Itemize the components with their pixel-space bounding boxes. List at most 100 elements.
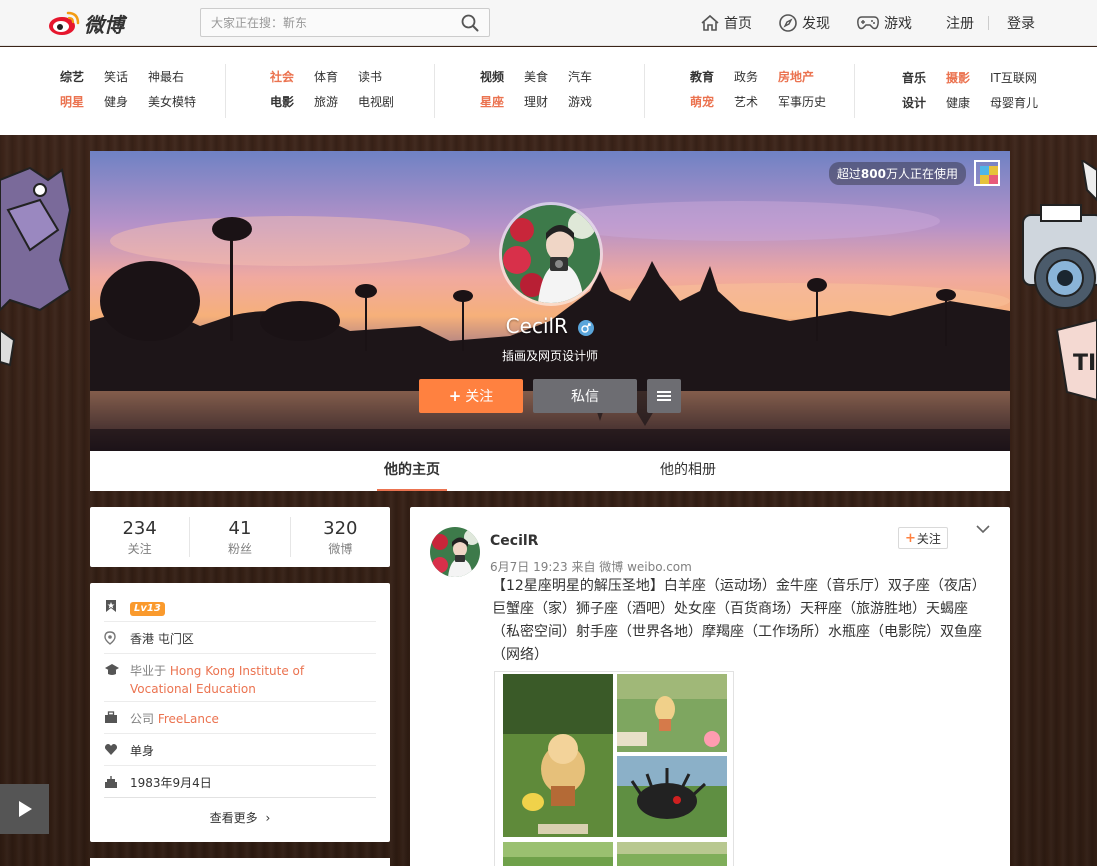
category-item[interactable]: 理财: [524, 93, 568, 110]
chevron-down-icon[interactable]: [976, 524, 990, 534]
stat-following-label: 关注: [127, 542, 152, 556]
category-item[interactable]: 笑话: [104, 68, 148, 85]
info-relationship-row: 单身: [104, 742, 376, 766]
info-level-row: Lv13: [104, 598, 376, 622]
follow-button-label: 关注: [465, 389, 494, 405]
stat-followers[interactable]: 41 粉丝: [190, 517, 291, 557]
category-item[interactable]: 艺术: [734, 93, 778, 110]
category-item[interactable]: 房地产: [778, 68, 838, 85]
category-item[interactable]: 设计: [902, 94, 946, 111]
profile-avatar[interactable]: [499, 202, 603, 306]
brand-name: 微博: [84, 12, 124, 37]
location-pin-icon: [104, 631, 116, 645]
category-item[interactable]: 社会: [270, 68, 314, 85]
category-item[interactable]: 汽车: [568, 68, 612, 85]
users-badge-suffix: 万人正在使用: [885, 167, 958, 181]
category-item[interactable]: 教育: [690, 68, 734, 85]
category-item[interactable]: 体育: [314, 68, 358, 85]
post-image[interactable]: [503, 842, 613, 866]
nav-discover[interactable]: 发现: [778, 13, 830, 33]
login-link[interactable]: 登录: [1007, 13, 1035, 33]
stat-posts-count: 320: [323, 518, 358, 539]
nav-games-label: 游戏: [884, 16, 912, 32]
stat-followers-count: 41: [228, 518, 252, 539]
post-author-name[interactable]: CecilR: [490, 533, 538, 549]
message-button[interactable]: 私信: [533, 379, 637, 413]
category-item[interactable]: 神最右: [148, 68, 208, 85]
see-more-link[interactable]: 查看更多 ›: [90, 809, 390, 826]
stat-following[interactable]: 234 关注: [90, 517, 191, 557]
category-item[interactable]: 旅游: [314, 93, 358, 110]
search-icon[interactable]: [461, 14, 479, 32]
decorative-camera-sticker: TI: [1022, 160, 1097, 402]
category-item[interactable]: 母婴育儿: [990, 94, 1050, 111]
birthday-text: 1983年9月4日: [130, 776, 212, 790]
info-company-row: 公司 FreeLance: [104, 710, 376, 734]
top-nav-links: 首页 发现 游戏 注册 登录: [700, 0, 1097, 46]
category-item[interactable]: 综艺: [60, 68, 104, 85]
info-education-row: 毕业于 Hong Kong Institute of Vocational Ed…: [104, 662, 376, 702]
music-player-button[interactable]: [0, 784, 49, 834]
login-label: 登录: [1007, 16, 1035, 32]
company-link[interactable]: FreeLance: [158, 712, 219, 726]
category-item[interactable]: 美女模特: [148, 93, 208, 110]
category-item[interactable]: 读书: [358, 68, 402, 85]
post-avatar-image: [430, 527, 480, 577]
category-item[interactable]: 音乐: [902, 69, 946, 86]
post-image[interactable]: [503, 674, 613, 837]
tab-home[interactable]: 他的主页: [377, 451, 447, 491]
follow-button[interactable]: + 关注: [419, 379, 523, 413]
heart-icon: [104, 744, 118, 755]
category-item[interactable]: 健身: [104, 93, 148, 110]
register-link[interactable]: 注册: [946, 13, 974, 33]
stat-following-count: 234: [122, 518, 157, 539]
decorative-sticker-left: [0, 166, 72, 367]
nav-home[interactable]: 首页: [700, 13, 752, 33]
users-count-badge: 超过800万人正在使用: [828, 162, 966, 185]
post-image[interactable]: [617, 756, 727, 837]
template-skin-icon[interactable]: [974, 160, 1000, 186]
users-badge-count: 800: [860, 167, 886, 181]
category-item[interactable]: 摄影: [946, 69, 990, 86]
post-image[interactable]: [617, 674, 727, 752]
company-prefix: 公司: [130, 712, 158, 726]
tab-album[interactable]: 他的相册: [653, 451, 723, 491]
weibo-logo[interactable]: 微博: [48, 8, 124, 38]
post-follow-label: 关注: [916, 531, 941, 546]
post-author-avatar[interactable]: [430, 527, 480, 577]
category-item[interactable]: 军事历史: [778, 93, 838, 110]
plus-icon: +: [448, 387, 462, 405]
plus-icon: +: [905, 530, 916, 546]
menu-icon: [657, 391, 671, 401]
category-item[interactable]: 视频: [480, 68, 524, 85]
stat-posts-label: 微博: [328, 542, 353, 556]
category-item[interactable]: 电影: [270, 93, 314, 110]
post-image[interactable]: [617, 842, 727, 866]
search-input[interactable]: [201, 9, 451, 36]
level-badge[interactable]: Lv13: [130, 602, 165, 616]
stat-posts[interactable]: 320 微博: [291, 517, 390, 557]
category-item[interactable]: 美食: [524, 68, 568, 85]
category-item[interactable]: 电视剧: [358, 93, 402, 110]
category-item[interactable]: 健康: [946, 94, 990, 111]
more-menu-button[interactable]: [647, 379, 681, 413]
category-item[interactable]: 游戏: [568, 93, 612, 110]
nav-discover-label: 发现: [802, 16, 830, 32]
svg-text:TI: TI: [1073, 351, 1096, 376]
feed-post-card: CecilR 6月7日 19:23 来自 微博 weibo.com + 关注 【…: [410, 507, 1010, 866]
briefcase-icon: [105, 711, 117, 723]
second-side-card: [90, 858, 390, 866]
category-group-5: 音乐 摄影 IT互联网 设计 健康 母婴育儿: [902, 65, 1067, 115]
profile-cover: 超过800万人正在使用 CecilR 插画及网页设计师 + 关注 私信: [90, 151, 1010, 451]
category-item[interactable]: 明星: [60, 93, 104, 110]
category-item[interactable]: 政务: [734, 68, 778, 85]
post-follow-button[interactable]: + 关注: [898, 527, 948, 549]
category-group-3: 视频 美食 汽车 星座 理财 游戏: [480, 64, 645, 118]
nav-games[interactable]: 游戏: [856, 13, 912, 33]
category-group-2: 社会 体育 读书 电影 旅游 电视剧: [270, 64, 435, 118]
category-item[interactable]: 星座: [480, 93, 524, 110]
compass-icon: [779, 14, 797, 32]
category-item[interactable]: 萌宠: [690, 93, 734, 110]
category-item[interactable]: IT互联网: [990, 69, 1050, 86]
top-navigation-bar: 微博 首页 发现: [0, 0, 1097, 46]
